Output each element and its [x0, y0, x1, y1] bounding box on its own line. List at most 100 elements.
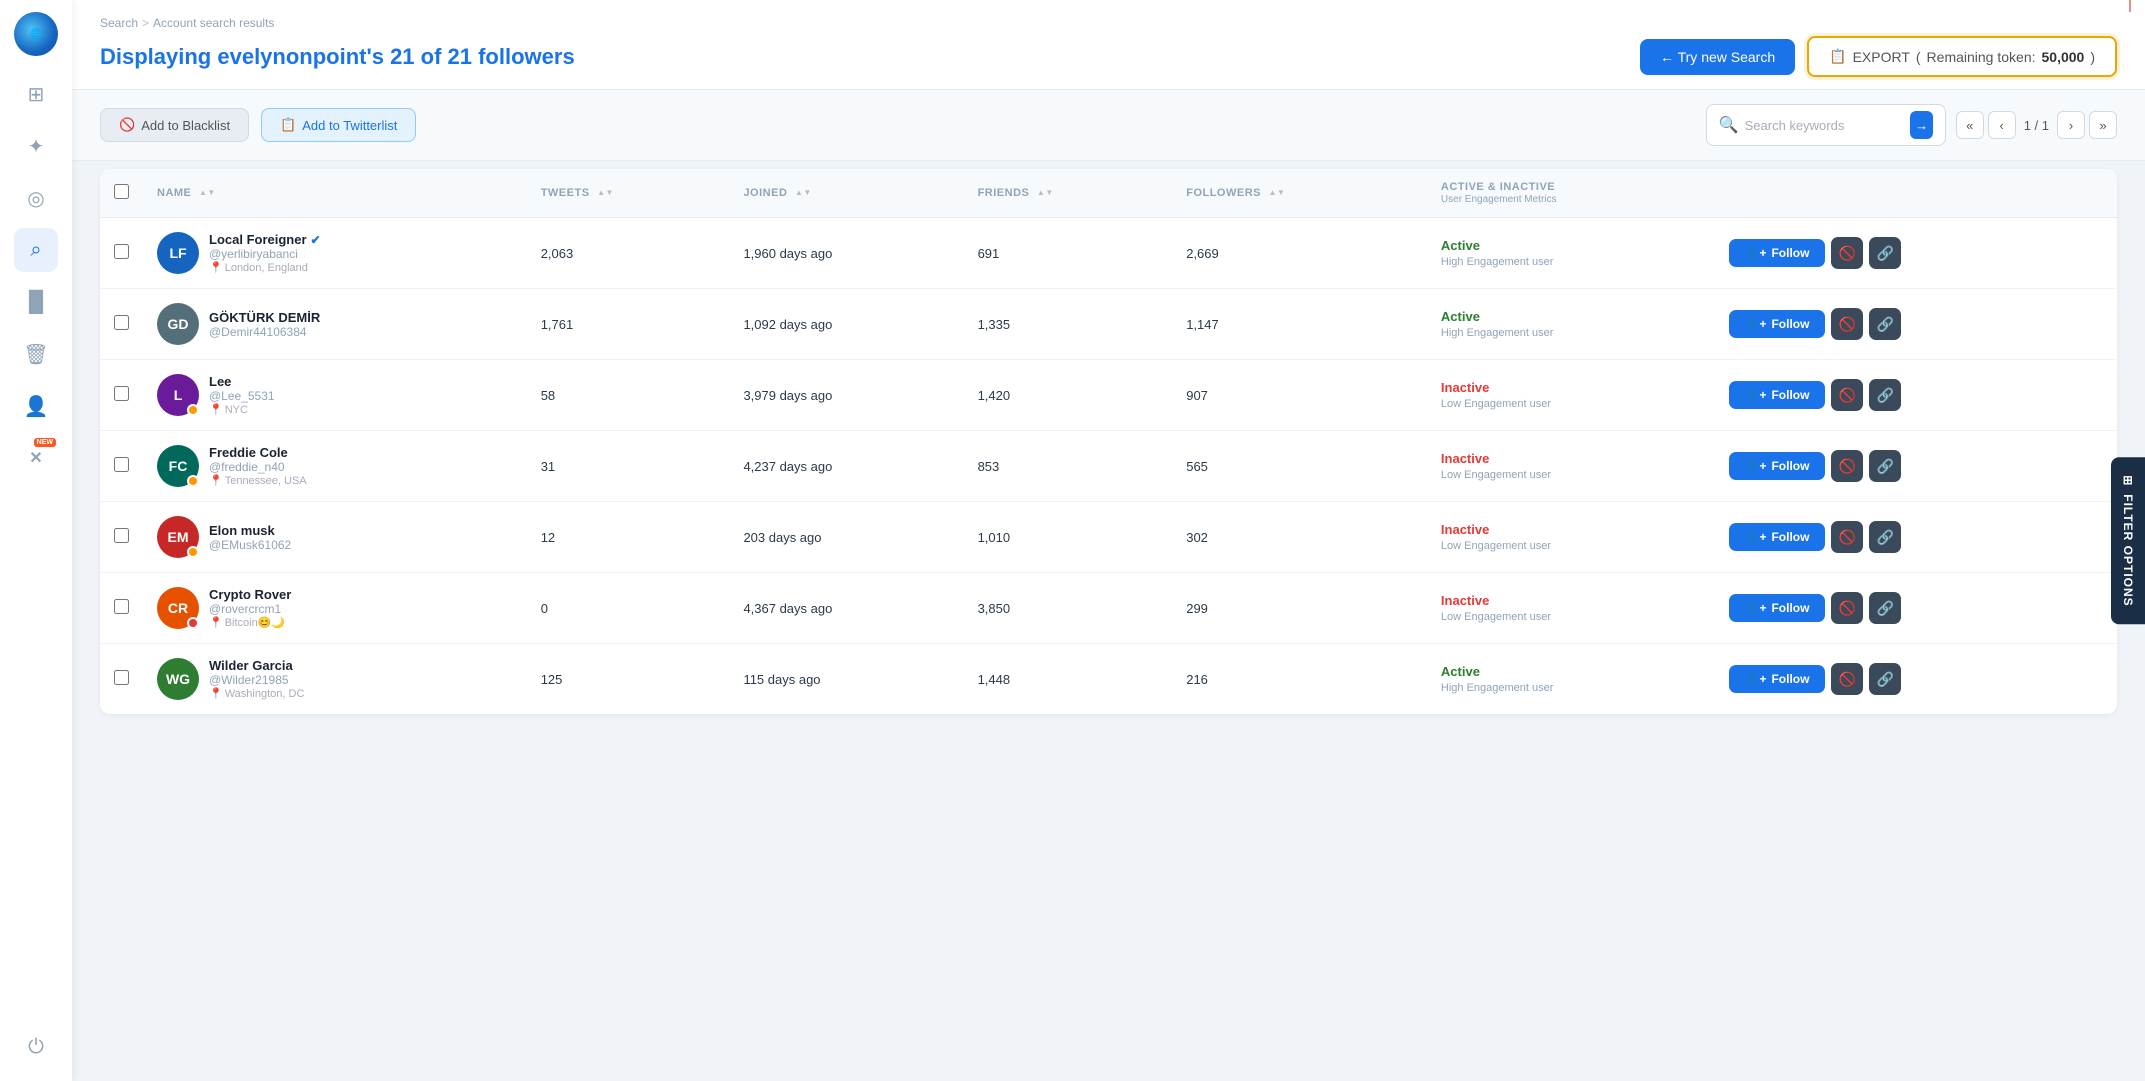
follow-icon: 👤+ [1745, 672, 1767, 686]
row-checkbox[interactable] [114, 315, 129, 330]
follow-button[interactable]: 👤+ Follow [1729, 452, 1826, 480]
followers-sort[interactable]: ▲▼ [1269, 189, 1286, 197]
tweets-cell: 2,063 [527, 218, 730, 289]
block-button[interactable]: 🚫 [1831, 521, 1863, 553]
row-checkbox[interactable] [114, 457, 129, 472]
block-button[interactable]: 🚫 [1831, 450, 1863, 482]
status-cell: Inactive Low Engagement user [1427, 573, 1715, 644]
row-checkbox[interactable] [114, 599, 129, 614]
follow-button[interactable]: 👤+ Follow [1729, 381, 1826, 409]
sidebar-item-dashboard[interactable]: ⊞ [14, 72, 58, 116]
block-button[interactable]: 🚫 [1831, 592, 1863, 624]
block-icon: 🚫 [1839, 316, 1856, 333]
link-button[interactable]: 🔗 [1869, 592, 1901, 624]
user-handle: @yerlibiryabanci [209, 247, 321, 261]
user-location: 📍NYC [209, 403, 275, 416]
name-sort[interactable]: ▲▼ [199, 189, 216, 197]
avatar-badge [187, 546, 199, 558]
page-title-suffix: 's 21 of 21 followers [366, 44, 574, 69]
follow-button[interactable]: 👤+ Follow [1729, 594, 1826, 622]
filter-options-tab[interactable]: ⊞ FILTER OPTIONS [2111, 457, 2145, 625]
row-checkbox[interactable] [114, 528, 129, 543]
user-info: Freddie Cole @freddie_n40 📍Tennessee, US… [209, 445, 307, 487]
follow-button[interactable]: 👤+ Follow [1729, 239, 1826, 267]
follow-icon: 👤+ [1745, 246, 1767, 260]
avatar: GD [157, 303, 199, 345]
network-icon: ✦ [28, 134, 45, 159]
block-button[interactable]: 🚫 [1831, 237, 1863, 269]
link-button[interactable]: 🔗 [1869, 521, 1901, 553]
follow-button[interactable]: 👤+ Follow [1729, 523, 1826, 551]
prev-page-button[interactable]: ‹ [1988, 111, 2016, 139]
status-label: Active [1441, 309, 1480, 324]
block-icon: 🚫 [1839, 458, 1856, 475]
export-token-desc: Remaining token: [1927, 49, 2036, 65]
breadcrumb-parent[interactable]: Search [100, 16, 138, 30]
block-icon: 🚫 [1839, 245, 1856, 262]
sidebar-item-power[interactable]: ⏻ [14, 1025, 58, 1069]
breadcrumb-current: Account search results [153, 16, 274, 30]
sidebar-item-analytics[interactable]: ▐▌ [14, 280, 58, 324]
user-handle: @freddie_n40 [209, 460, 307, 474]
friends-cell: 1,420 [964, 360, 1173, 431]
add-to-twitterlist-button[interactable]: 📋 Add to Twitterlist [261, 108, 416, 142]
user-handle: @Demir44106384 [209, 325, 320, 339]
avatar: EM [157, 516, 199, 558]
follow-button[interactable]: 👤+ Follow [1729, 665, 1826, 693]
twitterlist-label: Add to Twitterlist [302, 118, 397, 133]
link-button[interactable]: 🔗 [1869, 663, 1901, 695]
monitor-icon: ◎ [27, 186, 44, 211]
status-cell: Inactive Low Engagement user [1427, 502, 1715, 573]
tweets-sort[interactable]: ▲▼ [597, 189, 614, 197]
row-checkbox-cell [100, 218, 143, 289]
status-label: Inactive [1441, 593, 1489, 608]
row-checkbox[interactable] [114, 244, 129, 259]
joined-sort[interactable]: ▲▼ [795, 189, 812, 197]
keyword-search-input[interactable] [1745, 118, 1905, 133]
avatar-badge [187, 617, 199, 629]
block-button[interactable]: 🚫 [1831, 379, 1863, 411]
sidebar-item-network[interactable]: ✦ [14, 124, 58, 168]
toolbar: 🚫 Add to Blacklist 📋 Add to Twitterlist … [72, 90, 2145, 161]
first-page-button[interactable]: « [1956, 111, 1984, 139]
follow-button[interactable]: 👤+ Follow [1729, 310, 1826, 338]
export-label: EXPORT [1853, 49, 1910, 65]
link-button[interactable]: 🔗 [1869, 450, 1901, 482]
filter-tab-label: FILTER OPTIONS [2121, 494, 2135, 606]
row-checkbox[interactable] [114, 670, 129, 685]
joined-cell: 4,367 days ago [729, 573, 963, 644]
header-row: Displaying evelynonpoint's 21 of 21 foll… [100, 36, 2117, 77]
username-highlight: evelynonpoint [217, 44, 366, 69]
link-button[interactable]: 🔗 [1869, 379, 1901, 411]
user-location: 📍Washington, DC [209, 687, 304, 700]
link-button[interactable]: 🔗 [1869, 308, 1901, 340]
link-button[interactable]: 🔗 [1869, 237, 1901, 269]
friends-cell: 1,335 [964, 289, 1173, 360]
sidebar-item-monitor[interactable]: ◎ [14, 176, 58, 220]
followers-cell: 2,669 [1172, 218, 1427, 289]
export-button[interactable]: 📋 EXPORT (Remaining token: 50,000) [1807, 36, 2117, 77]
select-all-checkbox[interactable] [114, 184, 129, 199]
sidebar-item-delete[interactable]: 🗑 [14, 332, 58, 376]
block-button[interactable]: 🚫 [1831, 308, 1863, 340]
analytics-icon: ▐▌ [22, 291, 50, 314]
joined-cell: 203 days ago [729, 502, 963, 573]
col-actions [1715, 169, 2117, 218]
try-new-search-button[interactable]: ← Try new Search [1640, 39, 1795, 75]
link-icon: 🔗 [1877, 458, 1894, 475]
next-page-button[interactable]: › [2057, 111, 2085, 139]
sidebar-item-user[interactable]: 👤 [14, 384, 58, 428]
search-go-button[interactable]: → [1910, 111, 1932, 139]
last-page-button[interactable]: » [2089, 111, 2117, 139]
followers-cell: 299 [1172, 573, 1427, 644]
add-to-blacklist-button[interactable]: 🚫 Add to Blacklist [100, 108, 249, 142]
block-button[interactable]: 🚫 [1831, 663, 1863, 695]
table-row: WG Wilder Garcia @Wilder21985 📍Washingto… [100, 644, 2117, 715]
status-cell: Active High Engagement user [1427, 289, 1715, 360]
avatar-initials: EM [168, 529, 189, 545]
sidebar-item-search[interactable]: ⌕ [14, 228, 58, 272]
friends-sort[interactable]: ▲▼ [1037, 189, 1054, 197]
row-checkbox[interactable] [114, 386, 129, 401]
follow-icon: 👤+ [1745, 601, 1767, 615]
sidebar-item-twitter-x[interactable]: ✕ NEW [14, 436, 58, 480]
